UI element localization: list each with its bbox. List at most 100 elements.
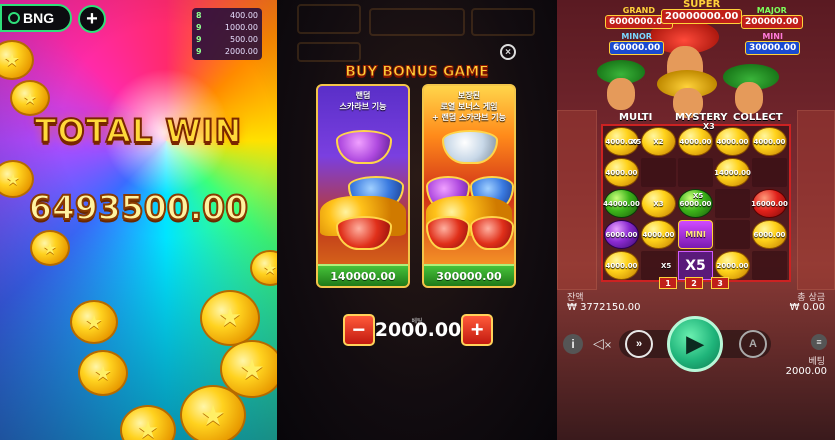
- coin-cell: 4000.00: [641, 220, 676, 249]
- bonus-option-card[interactable]: 보장된 로열 보너스 게임 + 랜덤 스카라브 기능 300000.00: [422, 84, 516, 288]
- coin-cell: 6000.00: [604, 220, 639, 249]
- feature-collect-label: COLLECT: [733, 112, 783, 123]
- slot-grid: 4000.00 X2 4000.00 4000.00 4000.00 4000.00 140…: [601, 124, 791, 282]
- coin-icon: [250, 250, 277, 286]
- close-button[interactable]: ×: [500, 44, 516, 60]
- multiplier-x3-label: X3: [703, 122, 715, 131]
- coin-icon: [120, 405, 176, 440]
- coin-icon: [200, 290, 260, 346]
- purple-pot-icon: [336, 130, 392, 164]
- multiplier-tag: X5: [693, 192, 704, 200]
- total-win-value: ₩ 0.00: [789, 302, 825, 313]
- coin-cell: 14000.00: [714, 158, 751, 187]
- reel-tab[interactable]: 2: [685, 277, 703, 289]
- speaker-muted-icon: ◁×: [593, 336, 613, 352]
- sound-toggle[interactable]: ◁×: [593, 336, 612, 352]
- autoplay-icon: A: [739, 330, 767, 358]
- bonus-price-button[interactable]: 140000.00: [318, 264, 408, 286]
- turbo-button[interactable]: »: [625, 330, 653, 358]
- empty-cell: [641, 158, 676, 187]
- bonus-option-card[interactable]: 랜덤 스카라브 기능 140000.00: [316, 84, 410, 288]
- coin-cell: X3: [641, 189, 676, 218]
- empty-cell: [715, 189, 750, 218]
- coin-icon: [30, 230, 70, 266]
- bet-button[interactable]: ≡: [811, 334, 827, 350]
- coin-icon: [70, 300, 118, 344]
- add-button[interactable]: +: [78, 5, 106, 33]
- total-win-title: TOTAL WIN: [34, 111, 243, 151]
- character-face: [607, 78, 635, 110]
- empty-cell: [678, 158, 713, 187]
- background-frame: [297, 4, 361, 34]
- jackpot-minor: MINOR 60000.00: [609, 32, 665, 55]
- background-frame: [471, 8, 535, 36]
- coin-cell: MINI: [678, 220, 713, 249]
- coin-icon: [78, 350, 128, 396]
- coin-cell: 6000.00: [752, 220, 787, 249]
- coin-cell: 4000.00: [604, 158, 639, 187]
- coin-cell: 16000.00: [751, 189, 788, 218]
- bng-logo-button[interactable]: BNG: [0, 4, 72, 32]
- bonus-option-description: 보장된 로열 보너스 게임 + 랜덤 스카라브 기능: [432, 91, 506, 122]
- coin-cell: X2: [641, 127, 676, 156]
- multiplier-tag: X5: [661, 262, 672, 270]
- empty-cell: [715, 220, 750, 249]
- bng-label: BNG: [23, 10, 55, 26]
- balance-value: ₩ 3772150.00: [567, 302, 641, 313]
- play-icon: ▶: [667, 316, 723, 372]
- multiplier-cell: X5: [678, 251, 713, 280]
- coin-cell: 4000.00: [752, 127, 787, 156]
- red-pot-icon: [470, 216, 514, 250]
- paytable-row: 9 2000.00: [196, 47, 258, 56]
- red-pot-icon: [336, 216, 392, 250]
- reel-tab[interactable]: 1: [659, 277, 677, 289]
- coin-icon: [0, 40, 34, 80]
- bonus-price-button[interactable]: 300000.00: [424, 264, 514, 286]
- coin-cell: 44000.00: [603, 189, 640, 218]
- multiplier-tag: X5: [631, 138, 642, 146]
- character-face: [735, 82, 763, 114]
- empty-cell: [752, 158, 787, 187]
- buy-bonus-panel: × BUY BONUS GAME 랜덤 스카라브 기능 140000.00 보장…: [277, 0, 557, 440]
- jackpot-mini: MINI 30000.00: [745, 32, 801, 55]
- background-frame: [297, 42, 361, 62]
- empty-cell: [752, 251, 787, 280]
- total-win-panel: BNG + 8 400.00 9 1000.00 9 500.00 9 2000.00 …: [0, 0, 277, 440]
- total-win-amount: 6493500.00: [28, 187, 249, 228]
- coins-stack-icon: ≡: [811, 334, 827, 350]
- decrease-bet-button[interactable]: −: [343, 314, 375, 346]
- paytable-panel: 8 400.00 9 1000.00 9 500.00 9 2000.00: [192, 8, 262, 60]
- coin-cell: 4000.00: [715, 127, 750, 156]
- red-pot-icon: [426, 216, 470, 250]
- coin-cell: 4000.00: [604, 251, 639, 280]
- paytable-row: 9 500.00: [196, 35, 258, 44]
- spin-button[interactable]: ▶: [667, 316, 723, 372]
- silver-pot-icon: [442, 130, 498, 164]
- feature-mystery-label: MYSTERY: [675, 112, 728, 123]
- background-building: [557, 110, 597, 290]
- autoplay-button[interactable]: A: [739, 330, 767, 358]
- jackpot-super: SUPER 20000000.00: [661, 0, 743, 24]
- background-frame: [369, 8, 465, 36]
- turbo-icon: »: [625, 330, 653, 358]
- bet-value: 2000.00: [785, 366, 827, 377]
- bng-logo-icon: [8, 12, 20, 24]
- info-button[interactable]: i: [563, 334, 583, 354]
- info-icon: i: [563, 334, 583, 354]
- bet-value: 2000.00: [374, 319, 462, 341]
- paytable-row: 9 1000.00: [196, 23, 258, 32]
- feature-multi-label: MULTI: [619, 112, 653, 123]
- game-panel: GRAND 6000000.00 SUPER 20000000.00 MAJOR…: [557, 0, 835, 440]
- coin-icon: [10, 80, 50, 116]
- reel-tab[interactable]: 3: [711, 277, 729, 289]
- coin-cell: 4000.00: [678, 127, 713, 156]
- coin-cell: 2000.00: [715, 251, 750, 280]
- increase-bet-button[interactable]: +: [461, 314, 493, 346]
- bet-stepper: − 2000.00 +: [343, 314, 493, 346]
- coin-icon: [180, 385, 246, 440]
- buy-bonus-title: BUY BONUS GAME: [345, 64, 490, 81]
- background-building: [797, 110, 835, 290]
- bonus-option-description: 랜덤 스카라브 기능: [339, 91, 387, 111]
- paytable-row: 8 400.00: [196, 11, 258, 20]
- jackpot-major: MAJOR 200000.00: [741, 6, 803, 29]
